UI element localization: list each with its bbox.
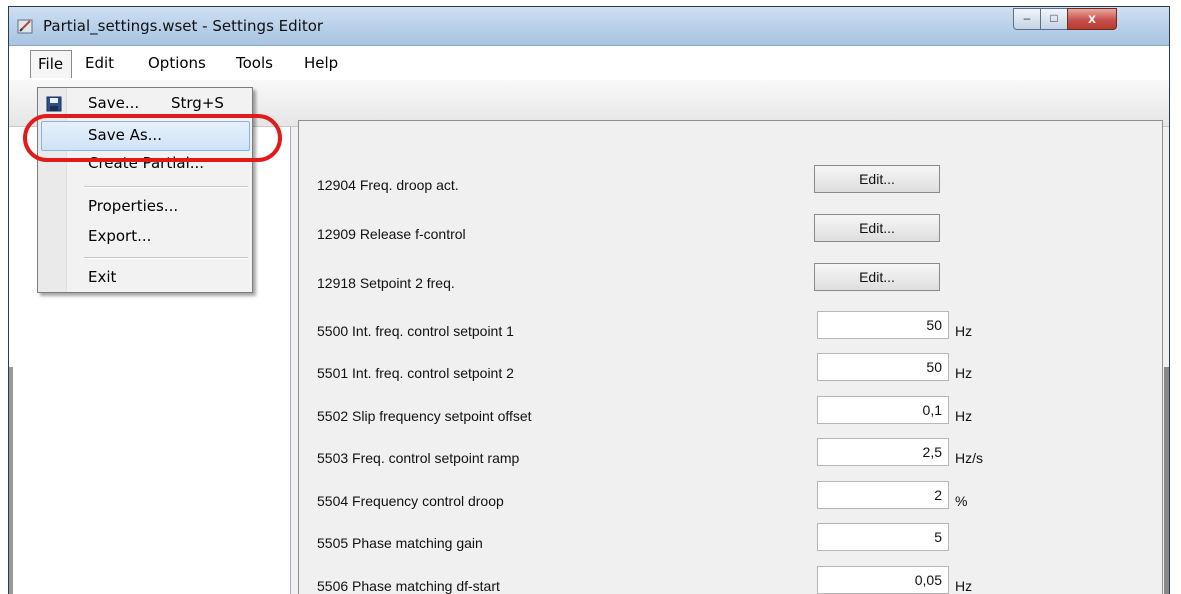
- setting-label: 5503 Freq. control setpoint ramp: [317, 450, 520, 466]
- unit-label: %: [955, 493, 968, 509]
- file-menu-dropdown: Save... Strg+S Save As... Create Partial…: [37, 87, 253, 293]
- menu-file[interactable]: File: [30, 50, 72, 78]
- minimize-icon: –: [1023, 11, 1031, 25]
- settings-panel: 12904 Freq. droop act. Edit... 12909 Rel…: [298, 120, 1163, 594]
- setting-row: 12909 Release f-control Edit...: [317, 214, 1137, 254]
- setting-row: 5501 Int. freq. control setpoint 2 50 Hz: [317, 353, 1137, 393]
- right-scrollbar[interactable]: [1164, 367, 1169, 594]
- setting-row: 12918 Setpoint 2 freq. Edit...: [317, 263, 1137, 303]
- minimize-button[interactable]: –: [1013, 8, 1041, 30]
- app-icon: [17, 19, 33, 34]
- menu-tools[interactable]: Tools: [236, 54, 273, 72]
- menu-item-properties[interactable]: Properties...: [88, 197, 178, 215]
- setting-row: 5505 Phase matching gain 5: [317, 523, 1137, 563]
- maximize-button[interactable]: □: [1040, 8, 1068, 30]
- setting-label: 5504 Frequency control droop: [317, 493, 504, 509]
- menu-edit[interactable]: Edit: [85, 54, 114, 72]
- value-field[interactable]: 2,5: [817, 438, 949, 466]
- setting-label: 12904 Freq. droop act.: [317, 177, 459, 193]
- setting-row: 5500 Int. freq. control setpoint 1 50 Hz: [317, 311, 1137, 351]
- setting-label: 12918 Setpoint 2 freq.: [317, 275, 455, 291]
- save-icon: [46, 96, 62, 112]
- menu-item-exit[interactable]: Exit: [88, 268, 116, 286]
- close-icon: x: [1088, 10, 1096, 26]
- menu-item-create-partial[interactable]: Create Partial...: [88, 154, 204, 172]
- edit-button[interactable]: Edit...: [814, 165, 940, 193]
- setting-label: 12909 Release f-control: [317, 226, 466, 242]
- title-bar[interactable]: Partial_settings.wset - Settings Editor …: [9, 7, 1169, 46]
- unit-label: Hz: [955, 365, 973, 381]
- unit-label: Hz: [955, 408, 973, 424]
- value-field[interactable]: 5: [817, 523, 949, 551]
- settings-editor-window: Partial_settings.wset - Settings Editor …: [8, 6, 1170, 594]
- maximize-icon: □: [1050, 11, 1058, 25]
- unit-label: Hz/s: [955, 450, 983, 466]
- menu-item-export[interactable]: Export...: [88, 227, 151, 245]
- setting-row: 12904 Freq. droop act. Edit...: [317, 165, 1137, 205]
- unit-label: Hz: [955, 323, 973, 339]
- value-field[interactable]: 0,1: [817, 396, 949, 424]
- menu-bar: File Edit Options Tools Help: [9, 46, 1169, 81]
- menu-options[interactable]: Options: [148, 54, 206, 72]
- menu-separator: [84, 186, 248, 188]
- save-shortcut: Strg+S: [171, 94, 224, 112]
- window-title: Partial_settings.wset - Settings Editor: [43, 17, 324, 35]
- setting-label: 5506 Phase matching df-start: [317, 578, 500, 594]
- value-field[interactable]: 50: [817, 353, 949, 381]
- close-button[interactable]: x: [1067, 8, 1117, 30]
- setting-row: 5502 Slip frequency setpoint offset 0,1 …: [317, 396, 1137, 436]
- setting-label: 5505 Phase matching gain: [317, 535, 483, 551]
- menu-item-save-as[interactable]: Save As...: [88, 126, 162, 144]
- left-scrollbar[interactable]: [9, 367, 13, 594]
- setting-row: 5504 Frequency control droop 2 %: [317, 481, 1137, 521]
- edit-button[interactable]: Edit...: [814, 214, 940, 242]
- menu-icon-gutter: [38, 88, 67, 292]
- menu-item-save[interactable]: Save...: [88, 94, 139, 112]
- menu-help[interactable]: Help: [304, 54, 338, 72]
- setting-row: 5506 Phase matching df-start 0,05 Hz: [317, 566, 1137, 594]
- edit-button[interactable]: Edit...: [814, 263, 940, 291]
- value-field[interactable]: 0,05: [817, 566, 949, 594]
- value-field[interactable]: 50: [817, 311, 949, 339]
- value-field[interactable]: 2: [817, 481, 949, 509]
- setting-row: 5503 Freq. control setpoint ramp 2,5 Hz/…: [317, 438, 1137, 478]
- menu-separator: [84, 257, 248, 259]
- unit-label: Hz: [955, 578, 973, 594]
- setting-label: 5500 Int. freq. control setpoint 1: [317, 323, 514, 339]
- setting-label: 5502 Slip frequency setpoint offset: [317, 408, 532, 424]
- setting-label: 5501 Int. freq. control setpoint 2: [317, 365, 514, 381]
